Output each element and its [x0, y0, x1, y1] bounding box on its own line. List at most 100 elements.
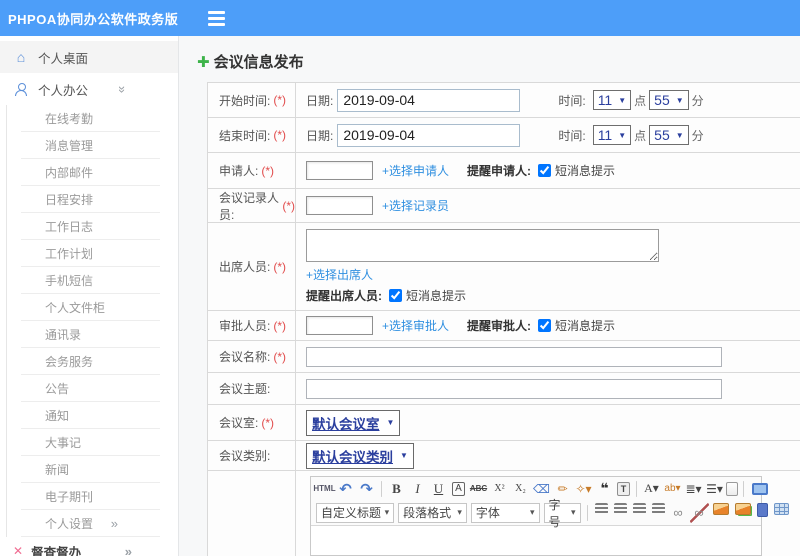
sidebar-subitem[interactable]: 在线考勤 — [7, 105, 178, 132]
end-hour-select[interactable]: 11 ▼ — [592, 125, 632, 145]
underline-button[interactable]: U — [429, 479, 448, 499]
checkbox-label: 短消息提示 — [406, 289, 467, 303]
meeting-name-input[interactable] — [306, 346, 722, 367]
highlight-button[interactable]: ab▾ — [663, 479, 682, 499]
sidebar-item-personal-office[interactable]: 个人办公 » — [0, 73, 178, 105]
table-button[interactable] — [773, 502, 789, 515]
paragraph-format-select[interactable]: 段落格式 ▾ — [398, 502, 467, 523]
superscript-button[interactable]: X² — [490, 479, 509, 499]
font-border-button[interactable]: A — [452, 481, 465, 496]
sidebar-subitem[interactable]: 工作日志 — [7, 213, 178, 240]
approver-input[interactable] — [306, 316, 373, 335]
rich-text-editor: HTML ↶ ↷ B I U A ABC X² X₂ ⌫ ✏ ✧▾ ❝ T A▾ ab▾ ≣▾ ☰▾ 自定义标题 ▾ 段… — [310, 475, 789, 556]
sidebar-subitem[interactable]: 通讯录 — [7, 321, 178, 348]
sidebar-subitem[interactable]: 新闻 — [7, 456, 178, 483]
align-right-button[interactable] — [632, 502, 646, 514]
sms-remind-checkbox[interactable] — [538, 164, 552, 177]
redo-icon[interactable]: ↷ — [357, 479, 376, 499]
sidebar-subitem[interactable]: 内部邮件 — [7, 159, 178, 186]
select-attendees-link[interactable]: +选择出席人 — [306, 266, 373, 283]
required-mark: (*) — [261, 163, 275, 178]
unlink-button[interactable]: ∞ — [689, 502, 709, 523]
time-label: 时间: — [558, 93, 586, 108]
applicant-input[interactable] — [306, 161, 373, 180]
checkbox-label: 短消息提示 — [555, 319, 616, 333]
sidebar-subitem[interactable]: 会务服务 — [7, 348, 178, 375]
sms-remind-checkbox[interactable] — [538, 319, 552, 332]
meeting-subject-input[interactable] — [306, 378, 722, 399]
blockquote-icon[interactable]: ❝ — [595, 479, 614, 499]
sidebar-subitem[interactable]: 工作计划 — [7, 240, 178, 267]
sidebar-subitem[interactable]: 手机短信 — [7, 267, 178, 294]
image-button[interactable] — [712, 502, 729, 515]
recorder-input[interactable] — [306, 196, 373, 215]
strikethrough-button[interactable]: ABC — [469, 479, 488, 499]
sidebar-subitem[interactable]: 日程安排 — [7, 186, 178, 213]
select-applicant-link[interactable]: +选择申请人 — [382, 162, 449, 179]
sidebar-item-personal-desktop[interactable]: ⌂ 个人桌面 — [0, 41, 178, 73]
sidebar-subitem[interactable]: 消息管理 — [7, 132, 178, 159]
field-label: 申请人: — [219, 164, 259, 178]
dropdown-arrow-icon: ▼ — [675, 95, 684, 105]
required-mark: (*) — [273, 318, 287, 333]
field-label: 会议名称: — [219, 350, 271, 364]
menu-toggle-icon[interactable] — [208, 10, 226, 26]
meeting-room-row: 会议室: (*) 默认会议室 ▼ — [208, 405, 800, 441]
bold-button[interactable]: B — [387, 479, 406, 499]
dropdown-arrow-icon: ▾ — [571, 507, 576, 517]
dropdown-arrow-icon: ▼ — [400, 451, 408, 460]
attendees-textarea[interactable] — [306, 229, 659, 262]
user-icon — [13, 82, 29, 96]
sidebar-subitem[interactable]: 电子期刊 — [7, 483, 178, 510]
link-button[interactable]: ∞ — [669, 503, 688, 523]
align-justify-button[interactable] — [651, 502, 665, 514]
field-label: 开始时间: — [219, 93, 271, 108]
required-mark: (*) — [261, 415, 275, 430]
end-minute-select[interactable]: 55 ▼ — [649, 125, 689, 145]
custom-title-select[interactable]: 自定义标题 ▾ — [316, 502, 395, 523]
select-recorder-link[interactable]: +选择记录员 — [382, 197, 449, 214]
start-time-row: 开始时间:(*) 日期: 时间: 11▼ 点 55▼ 分 — [208, 83, 800, 118]
sidebar-subitem[interactable]: 个人文件柜 — [7, 294, 178, 321]
sms-remind-checkbox[interactable] — [389, 289, 402, 302]
sidebar-subitem[interactable]: 公告 — [7, 375, 178, 402]
field-label: 出席人员: — [219, 260, 271, 274]
sidebar-submenu: 在线考勤 消息管理 内部邮件 日程安排 工作日志 工作计划 手机短信 个人文件柜… — [6, 105, 178, 510]
unordered-list-button[interactable]: ☰▾ — [705, 479, 724, 499]
meeting-category-select[interactable]: 默认会议类别 ▼ — [306, 442, 414, 469]
meeting-category-row: 会议类别: 默认会议类别 ▼ — [208, 441, 800, 471]
font-family-select[interactable]: 字体 ▾ — [470, 502, 540, 523]
dropdown-arrow-icon: ▼ — [618, 95, 627, 105]
sidebar-item-supervision[interactable]: ✕ 督查督办 » — [0, 537, 178, 556]
italic-button[interactable]: I — [408, 479, 427, 499]
insert-image-button[interactable] — [734, 502, 751, 515]
font-size-select[interactable]: 字号 ▾ — [543, 498, 581, 529]
sidebar-subitem[interactable]: 通知 — [7, 402, 178, 429]
start-date-input[interactable] — [337, 88, 521, 112]
paste-text-icon[interactable]: T — [617, 481, 630, 496]
format-painter-icon[interactable]: ✧▾ — [574, 479, 593, 499]
start-minute-select[interactable]: 55 ▼ — [649, 90, 689, 110]
start-hour-select[interactable]: 11 ▼ — [592, 90, 632, 110]
sidebar-item-personal-settings[interactable]: 个人设置 » — [7, 510, 178, 537]
meeting-room-select[interactable]: 默认会议室 ▼ — [306, 409, 401, 436]
html-source-button[interactable]: HTML — [313, 479, 335, 499]
video-button[interactable] — [756, 502, 768, 517]
align-left-button[interactable] — [594, 502, 608, 514]
undo-icon[interactable]: ↶ — [336, 479, 355, 499]
new-page-button[interactable] — [726, 481, 738, 496]
end-date-input[interactable] — [337, 123, 521, 147]
shuffle-icon: ✕ — [13, 544, 24, 556]
subscript-button[interactable]: X₂ — [511, 479, 530, 499]
font-color-button[interactable]: A▾ — [642, 479, 661, 499]
editor-content-area[interactable] — [311, 524, 761, 555]
align-center-button[interactable] — [613, 502, 627, 514]
hour-unit: 点 — [634, 128, 647, 143]
field-label: 结束时间: — [219, 128, 271, 143]
fullscreen-button[interactable] — [752, 482, 768, 495]
select-approver-link[interactable]: +选择审批人 — [382, 317, 449, 334]
sidebar-subitem[interactable]: 大事记 — [7, 429, 178, 456]
dropdown-arrow-icon: ▾ — [457, 507, 462, 517]
ordered-list-button[interactable]: ≣▾ — [684, 479, 703, 499]
applicant-row: 申请人: (*) +选择申请人 提醒申请人: 短消息提示 — [208, 153, 800, 189]
